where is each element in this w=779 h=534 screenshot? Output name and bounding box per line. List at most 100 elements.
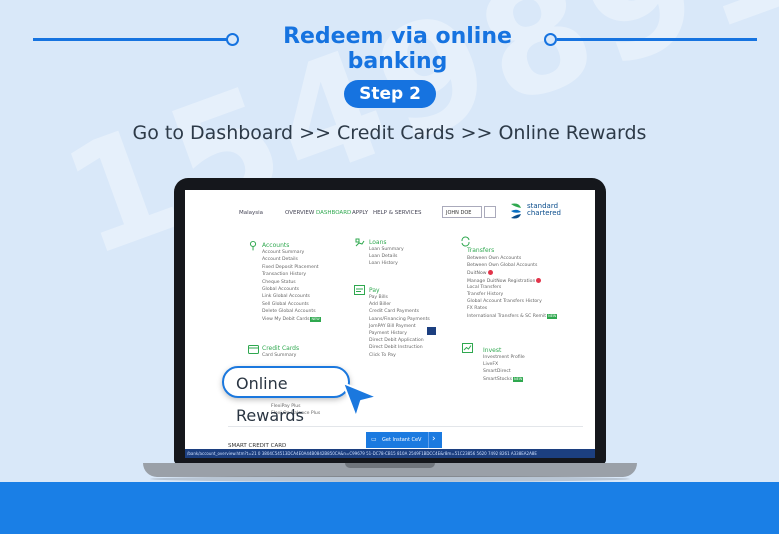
pay-item[interactable]: Direct Debit Instruction [369, 345, 423, 350]
transfers-item[interactable]: FX Rates [467, 306, 487, 311]
promo-canvas: 1549891 Redeem via online banking Step 2… [0, 0, 779, 534]
bank-name-line2: chartered [527, 209, 561, 217]
accounts-item[interactable]: View My Debit Cards NEW [262, 316, 321, 322]
accounts-item-label: Account Summary [262, 250, 305, 255]
loans-item[interactable]: Loan History [369, 261, 398, 266]
pay-item-label: Credit Card Payments [369, 309, 419, 315]
invest-item-label: Investment Profile [483, 355, 525, 360]
accounts-item[interactable]: Delete Global Accounts [262, 309, 316, 314]
bank-name: standard chartered [527, 203, 561, 217]
pay-item[interactable]: Click To Pay [369, 353, 396, 358]
pay-item[interactable]: JomPAY Bill Payment [369, 324, 416, 329]
pay-item[interactable]: Add Biller [369, 302, 391, 307]
transfers-item-label: Between Own Global Accounts [467, 263, 538, 269]
header-line-right [557, 38, 757, 41]
step-badge: Step 2 [344, 80, 436, 108]
accounts-item[interactable]: Account Summary [262, 250, 304, 255]
transfers-item[interactable]: Global Account Transfers History [467, 299, 542, 304]
transfers-item[interactable]: Local Transfers [467, 285, 501, 290]
loans-item[interactable]: Loan Summary [369, 247, 404, 252]
laptop-notch [345, 463, 435, 468]
transfers-item-label: Between Own Accounts [467, 256, 522, 261]
transfers-item[interactable]: Between Own Global Accounts [467, 263, 537, 268]
duitnow-icon [536, 277, 542, 283]
transfers-item[interactable]: International Transfers & SC Remit NEW [467, 313, 558, 319]
transfers-item-label: International Transfers & SC Remit [467, 313, 547, 319]
pay-item-label: Direct Debit Application [369, 338, 424, 344]
accounts-item-label: Cheque Status [262, 279, 296, 285]
pay-item-label: Loans/Financing Payments [369, 316, 430, 322]
accounts-item[interactable]: Global Accounts [262, 287, 299, 292]
transfers-item[interactable]: Transfer History [467, 292, 503, 297]
invest-item-label: LiveFX [483, 362, 499, 368]
pay-item[interactable]: Credit Card Payments [369, 309, 419, 314]
accounts-item[interactable]: Cheque Status [262, 280, 296, 285]
pay-heading: Pay [369, 287, 380, 294]
accounts-item[interactable]: Fixed Deposit Placement [262, 265, 319, 270]
get-instant-button[interactable]: ▭ Get Instant CeV › [366, 432, 442, 448]
nav-help[interactable]: HELP & SERVICES [373, 210, 421, 216]
nav-country[interactable]: Malaysia [239, 210, 263, 216]
pay-item-label: JomPAY Bill Payment [369, 323, 416, 329]
transfers-item-label: FX Rates [467, 306, 488, 312]
nav-apply[interactable]: APPLY [352, 210, 368, 216]
credit-cards-heading: Credit Cards [262, 345, 300, 352]
accounts-item-label: Account Details [262, 257, 298, 263]
transfers-item[interactable]: Between Own Accounts [467, 256, 521, 261]
accounts-item-label: Delete Global Accounts [262, 309, 316, 315]
invest-heading: Invest [483, 347, 502, 354]
header-line-left [33, 38, 227, 41]
pay-item-label: Direct Debit Instruction [369, 345, 423, 351]
bank-logo-icon [511, 203, 521, 219]
accounts-item[interactable]: Transaction History [262, 272, 306, 277]
pay-item-label: Payment History [369, 331, 407, 336]
pay-item[interactable]: Pay Bills [369, 295, 388, 300]
bottom-band [0, 482, 779, 534]
button-divider [428, 432, 429, 448]
transfers-item-label: Transfer History [467, 292, 504, 297]
loans-item[interactable]: Loan Details [369, 254, 397, 259]
new-badge: NEW [547, 313, 558, 319]
transfers-item[interactable]: DuitNow [467, 270, 493, 276]
invest-item[interactable]: SmartDirect [483, 369, 511, 374]
accounts-item-label: Fixed Deposit Placement [262, 264, 319, 270]
header-dot-left [226, 33, 239, 46]
pay-item[interactable]: Direct Debit Application [369, 338, 424, 343]
loans-heading: Loans [369, 239, 387, 246]
accounts-item-label: Global Accounts [262, 287, 300, 292]
user-name-box[interactable]: JOHN DOE [442, 206, 482, 218]
cc-card-summary[interactable]: Card Summary [262, 353, 296, 358]
loans-item-label: Loan Details [369, 253, 398, 259]
pay-item-label: Add Biller [369, 302, 392, 308]
accounts-person-icon: ⚲ [249, 239, 258, 252]
instruction-text: Go to Dashboard >> Credit Cards >> Onlin… [132, 122, 647, 144]
cursor-arrow-icon [342, 382, 378, 418]
online-rewards-callout[interactable]: Online Rewards [222, 366, 350, 425]
pay-bill-icon [354, 285, 365, 295]
page-title: Redeem via online banking [283, 24, 512, 74]
accounts-item[interactable]: Account Details [262, 257, 298, 262]
pay-item[interactable]: Payment History [369, 331, 407, 336]
pay-item[interactable]: Loans/Financing Payments [369, 317, 430, 322]
accounts-item-label: Transaction History [262, 272, 307, 278]
invest-item[interactable]: SmartStocks NEW [483, 376, 524, 382]
transfers-item-label: Manage DuitNow Registration [467, 278, 536, 284]
accounts-item[interactable]: Sell Global Accounts [262, 302, 309, 307]
pay-item-label: Pay Bills [369, 295, 388, 300]
nav-dashboard[interactable]: DASHBOARD [316, 210, 351, 216]
invest-item-label: SmartDirect [483, 369, 511, 375]
pay-item-label: Click To Pay [369, 352, 396, 358]
chevron-right-icon: › [432, 434, 436, 444]
user-icon[interactable] [484, 206, 496, 218]
accounts-item-label: View My Debit Cards [262, 316, 310, 322]
transfers-heading: Transfers [467, 247, 495, 254]
card-icon: ▭ [371, 436, 377, 443]
invest-item[interactable]: LiveFX [483, 362, 498, 367]
nav-overview[interactable]: OVERVIEW [285, 210, 314, 216]
transfers-item[interactable]: Manage DuitNow Registration [467, 277, 542, 284]
jompay-logo-icon [427, 327, 436, 335]
accounts-item-label: Sell Global Accounts [262, 301, 309, 307]
loans-hand-icon [355, 238, 365, 247]
invest-item[interactable]: Investment Profile [483, 355, 525, 360]
accounts-item[interactable]: Link Global Accounts [262, 294, 310, 299]
